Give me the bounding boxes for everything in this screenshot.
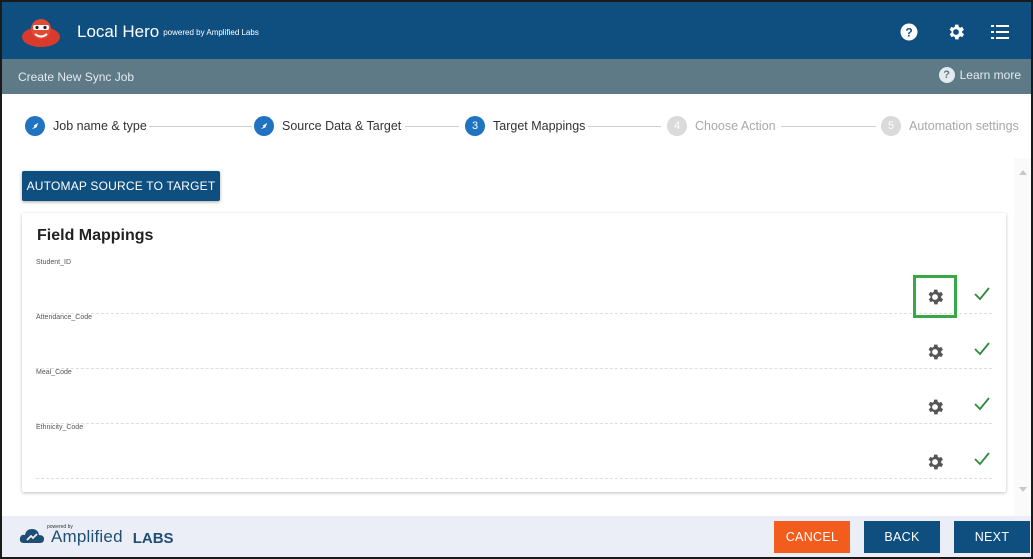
powered-by-label: powered by	[47, 524, 73, 530]
step-label: Target Mappings	[493, 119, 586, 133]
back-button[interactable]: BACK	[864, 521, 940, 553]
settings-icon[interactable]	[944, 20, 968, 44]
step-label: Source Data & Target	[282, 119, 402, 133]
gear-icon	[928, 289, 944, 304]
field-name: Meal_Code	[36, 369, 72, 376]
app-title[interactable]: Local Hero powered by Amplified Labs	[77, 22, 259, 42]
next-button[interactable]: NEXT	[954, 521, 1030, 553]
mapping-row: Ethnicity_Code	[36, 424, 992, 479]
mapping-settings-button[interactable]	[913, 440, 957, 483]
mapping-settings-button[interactable]	[913, 330, 957, 373]
vertical-scrollbar[interactable]	[1014, 158, 1031, 516]
step-check-icon	[254, 116, 274, 136]
gear-icon	[928, 344, 944, 359]
learn-more-label: Learn more	[959, 68, 1021, 82]
mapping-row: Meal_Code	[36, 369, 992, 424]
app-header: Local Hero powered by Amplified Labs ?	[0, 0, 1033, 59]
learn-more-link[interactable]: ? Learn more	[938, 67, 1021, 83]
step-automation-settings[interactable]: 5 Automation settings	[881, 116, 1019, 136]
gear-icon	[928, 399, 944, 414]
svg-text:?: ?	[905, 26, 912, 40]
footer-bar: powered by Amplified LABS CANCEL BACK NE…	[0, 516, 1033, 559]
field-mappings-card: Field Mappings Student_ID Attendance_Cod…	[22, 213, 1006, 492]
step-number: 5	[881, 116, 901, 136]
mapping-row: Student_ID	[36, 259, 992, 318]
step-label: Automation settings	[909, 119, 1019, 133]
scroll-down-arrow[interactable]	[1019, 487, 1027, 492]
page-subheader: Create New Sync Job ? Learn more	[0, 59, 1033, 94]
wizard-stepper: Job name & type Source Data & Target 3 T…	[0, 94, 1033, 158]
field-name: Student_ID	[36, 259, 72, 266]
step-connector	[405, 126, 459, 127]
help-circle-icon: ?	[938, 67, 955, 83]
local-hero-logo	[22, 19, 60, 47]
step-number: 4	[667, 116, 687, 136]
help-icon[interactable]: ?	[897, 20, 921, 44]
menu-icon[interactable]	[988, 20, 1012, 44]
footer-brand-suffix: LABS	[132, 530, 174, 547]
step-connector	[781, 126, 876, 127]
mapping-settings-button[interactable]	[913, 385, 957, 428]
footer-brand: Amplified	[51, 527, 123, 546]
app-name: Local Hero	[77, 22, 160, 41]
mapping-row: Attendance_Code	[36, 314, 992, 369]
step-check-icon	[25, 116, 45, 136]
automap-button[interactable]: AUTOMAP SOURCE TO TARGET	[22, 171, 220, 201]
step-connector	[588, 126, 661, 127]
check-icon	[974, 342, 990, 356]
scroll-up-arrow[interactable]	[1019, 170, 1027, 175]
check-icon	[974, 287, 990, 301]
field-name: Ethnicity_Code	[36, 424, 84, 431]
main-content: AUTOMAP SOURCE TO TARGET Field Mappings …	[0, 158, 1033, 516]
field-name: Attendance_Code	[36, 314, 93, 321]
gear-icon	[928, 454, 944, 469]
amplified-labs-logo: powered by Amplified LABS	[18, 524, 174, 547]
powered-by-text: powered by Amplified Labs	[163, 28, 259, 37]
step-source-data-target[interactable]: Source Data & Target	[254, 116, 401, 136]
page-title: Create New Sync Job	[18, 70, 135, 84]
check-icon	[974, 397, 990, 411]
step-job-name-type[interactable]: Job name & type	[25, 116, 147, 136]
mapping-settings-button[interactable]	[913, 275, 957, 318]
step-choose-action[interactable]: 4 Choose Action	[667, 116, 776, 136]
step-target-mappings[interactable]: 3 Target Mappings	[465, 116, 585, 136]
step-connector	[149, 126, 252, 127]
cloud-logo-icon	[19, 529, 44, 543]
cancel-button[interactable]: CANCEL	[774, 521, 850, 553]
step-number: 3	[465, 116, 485, 136]
step-label: Job name & type	[53, 119, 147, 133]
check-icon	[974, 452, 990, 466]
card-title: Field Mappings	[37, 227, 154, 244]
step-label: Choose Action	[695, 119, 776, 133]
